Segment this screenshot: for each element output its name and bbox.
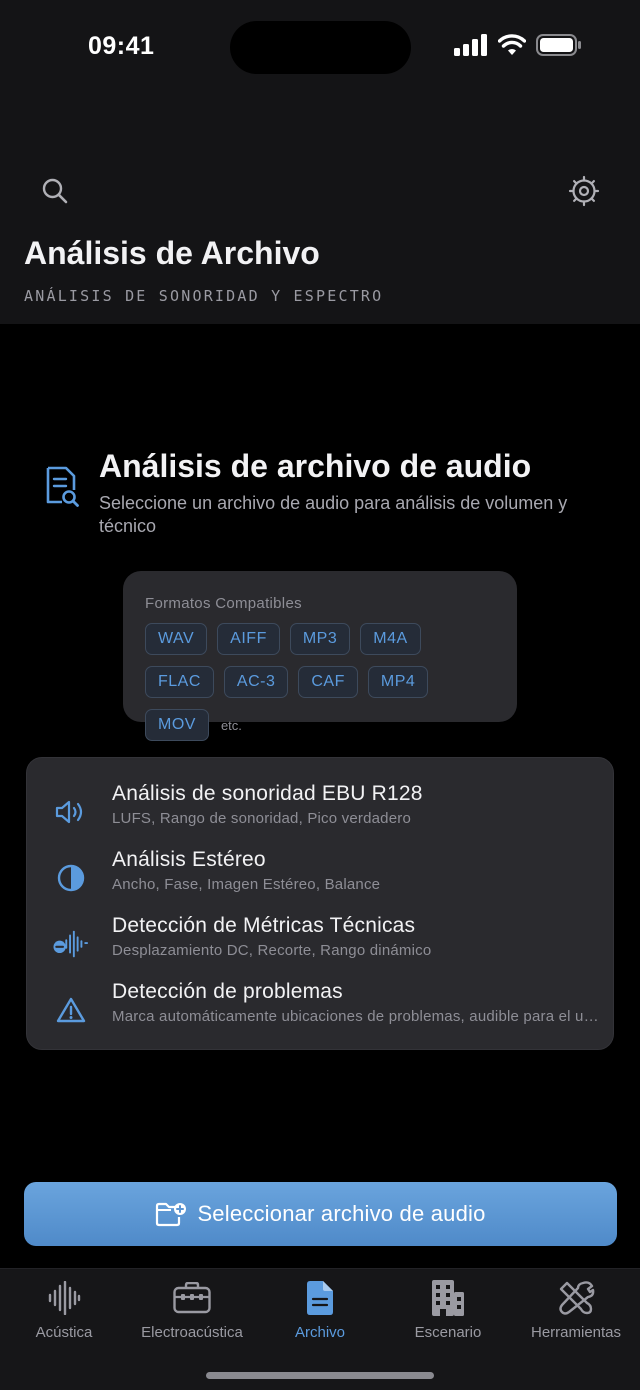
feature-title: Análisis de sonoridad EBU R128 — [112, 782, 423, 805]
feature-problems: Detección de problemas Marca automáticam… — [27, 980, 615, 1040]
app-header: Análisis de Archivo ANÁLISIS DE SONORIDA… — [0, 95, 640, 324]
page-subtitle: ANÁLISIS DE SONORIDAD Y ESPECTRO — [24, 287, 384, 305]
gear-icon — [568, 175, 600, 207]
equipment-case-icon — [173, 1282, 211, 1314]
format-chip: WAV — [145, 623, 208, 655]
format-chip: FLAC — [145, 666, 214, 698]
status-time: 09:41 — [88, 32, 155, 60]
format-chip: MP3 — [289, 623, 351, 655]
format-chip: AC-3 — [223, 666, 289, 698]
hero-title: Análisis de archivo de audio — [99, 448, 532, 484]
building-icon — [432, 1280, 464, 1316]
settings-button[interactable] — [564, 171, 604, 211]
tab-electroacustica[interactable]: Electroacústica — [128, 1269, 256, 1349]
format-chips: WAV AIFF MP3 M4A FLAC AC-3 CAF MP4 MOV e… — [145, 623, 495, 741]
tab-escenario[interactable]: Escenario — [384, 1269, 512, 1349]
wifi-icon — [498, 34, 526, 55]
dynamic-island — [230, 21, 411, 74]
document-search-icon — [46, 466, 79, 507]
tab-bar: Acústica Electroacústica Archivo Escenar… — [0, 1268, 640, 1390]
feature-title: Análisis Estéreo — [112, 848, 266, 871]
waveform-icon — [48, 1281, 81, 1315]
feature-technical: Detección de Métricas Técnicas Desplazam… — [27, 914, 615, 974]
half-circle-icon — [57, 864, 85, 892]
format-chip: MP4 — [367, 666, 429, 698]
format-chip: M4A — [360, 623, 421, 655]
feature-title: Detección de problemas — [112, 980, 343, 1003]
waveform-minus-icon — [53, 930, 89, 958]
speaker-wave-icon — [55, 800, 83, 824]
feature-stereo: Análisis Estéreo Ancho, Fase, Imagen Est… — [27, 848, 615, 908]
hero-description: Seleccione un archivo de audio para anál… — [99, 493, 568, 536]
format-chip: AIFF — [217, 623, 280, 655]
search-button[interactable] — [35, 171, 75, 211]
document-icon — [307, 1281, 333, 1315]
formats-etc: etc. — [220, 717, 242, 733]
tab-label: Escenario — [414, 1324, 482, 1341]
tab-archivo[interactable]: Archivo — [256, 1269, 384, 1349]
folder-plus-icon — [156, 1202, 187, 1227]
feature-title: Detección de Métricas Técnicas — [112, 914, 416, 937]
supported-formats-card: Formatos Compatibles WAV AIFF MP3 M4A FL… — [123, 571, 517, 741]
tab-label: Archivo — [294, 1324, 346, 1341]
tab-label: Herramientas — [530, 1324, 622, 1341]
feature-loudness: Análisis de sonoridad EBU R128 LUFS, Ran… — [27, 782, 615, 842]
feature-description: Marca automáticamente ubicaciones de pro… — [112, 1008, 602, 1025]
formats-label: Formatos Compatibles — [145, 595, 302, 612]
page-title: Análisis de Archivo — [24, 235, 320, 271]
status-bar: 09:41 — [0, 0, 640, 95]
feature-description: Ancho, Fase, Imagen Estéreo, Balance — [112, 876, 381, 893]
cellular-signal-icon — [454, 34, 487, 56]
feature-description: Desplazamiento DC, Recorte, Rango dinámi… — [112, 942, 432, 959]
format-chip: MOV — [145, 709, 209, 741]
warning-triangle-icon — [56, 997, 86, 1023]
select-audio-file-label: Seleccionar archivo de audio — [197, 1201, 486, 1226]
tab-herramientas[interactable]: Herramientas — [512, 1269, 640, 1349]
tab-acustica[interactable]: Acústica — [0, 1269, 128, 1349]
tab-label: Electroacústica — [141, 1324, 243, 1341]
tools-icon — [559, 1281, 595, 1315]
format-chip: CAF — [298, 666, 358, 698]
feature-description: LUFS, Rango de sonoridad, Pico verdadero — [112, 810, 412, 827]
select-audio-file-button[interactable]: Seleccionar archivo de audio — [24, 1182, 617, 1246]
home-indicator — [206, 1372, 434, 1379]
battery-icon — [536, 34, 581, 56]
tab-label: Acústica — [35, 1324, 93, 1341]
features-card: Análisis de sonoridad EBU R128 LUFS, Ran… — [26, 757, 614, 1050]
status-icons — [454, 34, 582, 56]
search-icon — [42, 178, 68, 204]
